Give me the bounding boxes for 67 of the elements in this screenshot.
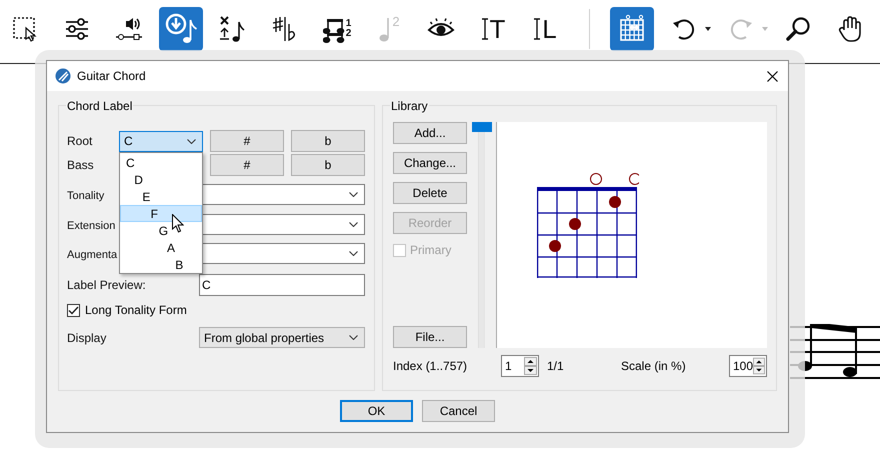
close-icon[interactable] <box>767 70 778 82</box>
chevron-icon <box>187 138 196 144</box>
mouse-pointer-icon <box>172 214 184 233</box>
toolbar-button[interactable]: L <box>523 7 567 51</box>
scale-label: Scale (in %) <box>621 359 687 373</box>
text-tool-letter: T <box>490 15 506 43</box>
input-field[interactable]: C <box>199 274 365 296</box>
dialog-button[interactable]: Cancel <box>422 400 495 422</box>
interval-number: 2 <box>392 15 400 28</box>
library-button[interactable]: Change... <box>393 152 467 174</box>
flat-button[interactable]: b <box>291 130 365 152</box>
dropdown-caret-icon[interactable] <box>705 27 711 31</box>
field-label: Augmenta <box>67 248 118 260</box>
sliders-icon <box>63 15 91 43</box>
voice-number: 1 <box>346 19 352 29</box>
spinner-arrows-icon <box>524 357 537 375</box>
library-button[interactable]: Delete <box>393 182 467 204</box>
chevron-icon <box>349 222 358 227</box>
dropdown-item[interactable]: C <box>120 154 202 171</box>
field-label: Bass <box>67 158 95 172</box>
group-title: Chord Label <box>66 99 134 113</box>
selection-icon <box>11 15 39 43</box>
checkbox-label: Long Tonality Form <box>85 303 187 317</box>
field-label: Label Preview: <box>67 278 146 292</box>
dropdown-item[interactable]: A <box>120 239 202 256</box>
field-label: Extension <box>67 220 116 232</box>
dropdown[interactable]: From global properties <box>199 327 365 348</box>
note-input-icon <box>164 12 198 46</box>
dropdown-item[interactable]: D <box>120 171 202 188</box>
checkbox-label: Primary <box>410 243 452 257</box>
field-label: Display <box>67 330 106 344</box>
text-tool-letter: L <box>542 15 557 43</box>
dropdown-item[interactable]: G <box>120 222 202 239</box>
group-title: Library <box>390 99 429 113</box>
toolbar-button[interactable]: 1 2 <box>315 7 359 51</box>
scale-spinbox[interactable]: 100 <box>729 355 767 377</box>
library-button[interactable]: Add... <box>393 122 467 144</box>
voice-number: 2 <box>346 29 352 39</box>
magnifier-icon <box>784 15 812 43</box>
field-label: Tonality <box>67 190 104 202</box>
dropdown-item[interactable]: B <box>120 256 202 273</box>
field-label: Root <box>67 134 94 148</box>
hand-icon <box>836 15 864 43</box>
chevron-icon <box>349 192 358 197</box>
sharp-button[interactable]: # <box>210 130 284 152</box>
dropdown-item[interactable]: F <box>120 205 202 222</box>
slider-thumb[interactable] <box>472 122 492 132</box>
flat-button[interactable]: b <box>291 154 365 176</box>
root-dropdown[interactable]: C <box>119 130 203 152</box>
sharp-button[interactable]: # <box>210 154 284 176</box>
file-button[interactable]: File... <box>393 326 467 348</box>
index-label: Index (1..757) <box>393 359 468 373</box>
text-cursor-icon <box>533 18 542 40</box>
dropdown-item[interactable]: E <box>120 188 202 205</box>
chord-grid-icon <box>617 14 647 44</box>
text-cursor-icon <box>480 18 489 40</box>
guitar-app-icon <box>55 68 71 84</box>
toolbar-button[interactable]: T <box>471 7 515 51</box>
dialog-button[interactable]: OK <box>340 400 413 422</box>
spinner-arrows-icon <box>753 357 765 375</box>
checkbox[interactable] <box>67 304 80 316</box>
window-title: Guitar Chord <box>77 69 147 83</box>
speaker-timeline-icon <box>114 15 144 43</box>
chevron-icon <box>349 335 358 340</box>
index-count: 1/1 <box>547 359 564 373</box>
chevron-icon <box>349 251 358 256</box>
index-spinbox[interactable]: 1 <box>501 355 539 377</box>
